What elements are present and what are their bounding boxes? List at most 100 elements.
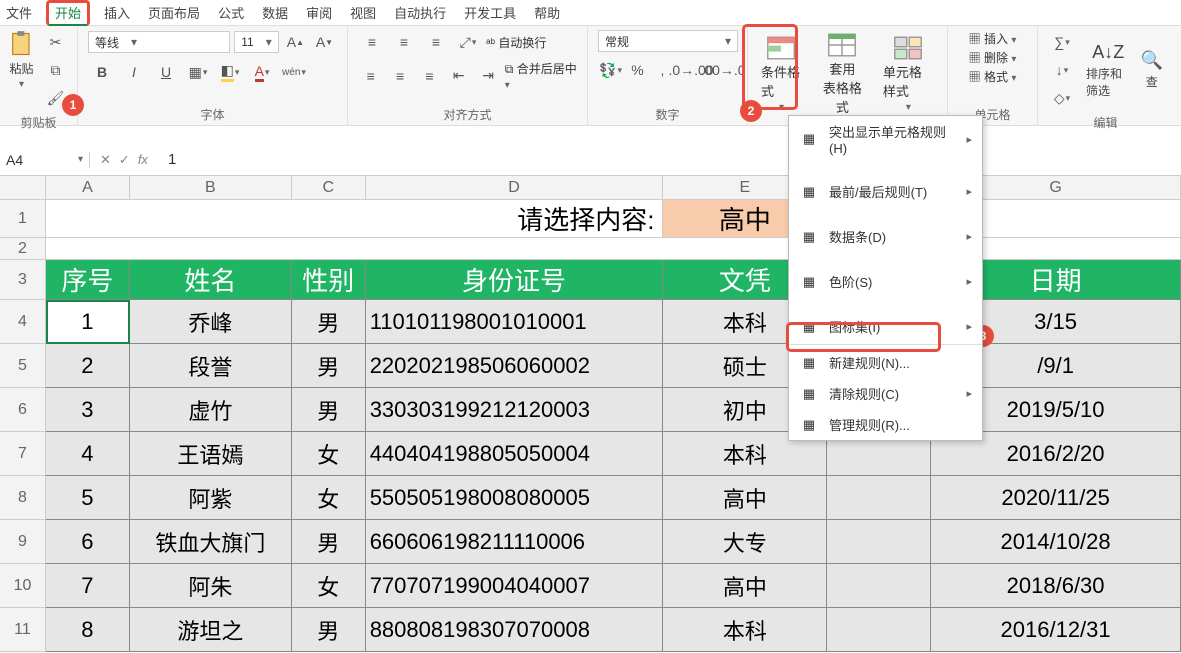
cell-edu[interactable]: 高中	[663, 476, 827, 520]
align-middle-icon[interactable]: ≡	[390, 30, 418, 54]
font-color-button[interactable]: A▾	[248, 60, 276, 84]
cfmenu-newrule[interactable]: ▦新建规则(N)...	[789, 347, 982, 378]
menu-pagelayout[interactable]: 页面布局	[148, 3, 200, 22]
orientation-icon[interactable]: ⤢▾	[454, 30, 482, 54]
font-name-combo[interactable]: 等线▾	[88, 31, 230, 53]
indent-left-icon[interactable]: ⇤	[446, 64, 471, 88]
cell-id[interactable]: 550505198008080005	[366, 476, 664, 520]
cell-seq[interactable]: 2	[46, 344, 130, 388]
cell-prompt[interactable]: 请选择内容:	[46, 200, 663, 238]
menu-autorun[interactable]: 自动执行	[394, 3, 446, 22]
name-box[interactable]: A4▾	[0, 152, 90, 168]
phonetic-button[interactable]: wén▾	[280, 60, 308, 84]
fill-icon[interactable]: ↓▾	[1048, 58, 1076, 82]
decrease-font-icon[interactable]: A▼	[312, 30, 337, 54]
sort-filter-button[interactable]: A↓Z 排序和筛选	[1086, 42, 1131, 99]
menu-review[interactable]: 审阅	[306, 3, 332, 22]
cell-name[interactable]: 乔峰	[130, 300, 292, 344]
cfmenu-colorscales[interactable]: ▦色阶(S)▸	[789, 266, 982, 297]
cell-sex[interactable]: 女	[292, 564, 366, 608]
cell-seq[interactable]: 3	[46, 388, 130, 432]
header-name[interactable]: 姓名	[130, 260, 292, 300]
cell-sex[interactable]: 男	[292, 300, 366, 344]
cell-edu[interactable]: 高中	[663, 564, 827, 608]
cfmenu-manage[interactable]: ▦管理规则(R)...	[789, 409, 982, 440]
copy-icon[interactable]: ⧉	[42, 58, 70, 82]
row-header[interactable]: 3	[0, 260, 46, 300]
decrease-decimal-icon[interactable]: .00→.0	[709, 58, 737, 82]
autosum-icon[interactable]: ∑▾	[1048, 30, 1076, 54]
border-button[interactable]: ▦▾	[184, 60, 212, 84]
col-header-A[interactable]: A	[46, 176, 130, 200]
paste-button[interactable]: 粘贴 ▾	[8, 30, 36, 90]
cell-name[interactable]: 阿朱	[130, 564, 292, 608]
col-header-D[interactable]: D	[366, 176, 664, 200]
row-header[interactable]: 9	[0, 520, 46, 564]
align-right-icon[interactable]: ≡	[417, 64, 442, 88]
cfmenu-toprules[interactable]: ▦最前/最后规则(T)▸	[789, 176, 982, 207]
align-bottom-icon[interactable]: ≡	[422, 30, 450, 54]
confirm-fx-icon[interactable]: ✓	[119, 152, 130, 168]
menu-home[interactable]: 开始	[46, 0, 90, 26]
cell-seq[interactable]: 8	[46, 608, 130, 652]
fx-icon[interactable]: fx	[138, 152, 148, 167]
cell-blank[interactable]	[827, 520, 931, 564]
col-header-B[interactable]: B	[130, 176, 292, 200]
delete-button[interactable]: ▦ 删除 ▾	[969, 49, 1017, 66]
cell-name[interactable]: 段誉	[130, 344, 292, 388]
cancel-fx-icon[interactable]: ✕	[100, 152, 111, 168]
clear-icon[interactable]: ◇▾	[1048, 86, 1076, 110]
cell-blank[interactable]	[827, 608, 931, 652]
row-header[interactable]: 11	[0, 608, 46, 652]
merge-center-button[interactable]: ⧉ 合并后居中 ▾	[505, 60, 577, 91]
row-header[interactable]: 1	[0, 200, 46, 238]
italic-button[interactable]: I	[120, 60, 148, 84]
cell-id[interactable]: 880808198307070008	[366, 608, 664, 652]
header-id[interactable]: 身份证号	[366, 260, 664, 300]
align-left-icon[interactable]: ≡	[358, 64, 383, 88]
cell-date[interactable]: 2018/6/30	[931, 564, 1181, 608]
cell-name[interactable]: 游坦之	[130, 608, 292, 652]
header-sex[interactable]: 性别	[292, 260, 366, 300]
cut-icon[interactable]: ✂	[42, 30, 70, 54]
percent-format-icon[interactable]: %	[627, 58, 648, 82]
menu-formulas[interactable]: 公式	[218, 3, 244, 22]
cell-sex[interactable]: 女	[292, 476, 366, 520]
menu-view[interactable]: 视图	[350, 3, 376, 22]
cell-seq[interactable]: 4	[46, 432, 130, 476]
bold-button[interactable]: B	[88, 60, 116, 84]
cell-id[interactable]: 220202198506060002	[366, 344, 664, 388]
cell-id[interactable]: 330303199212120003	[366, 388, 664, 432]
menu-file[interactable]: 文件	[6, 3, 32, 22]
align-top-icon[interactable]: ≡	[358, 30, 386, 54]
cell-blank[interactable]	[827, 564, 931, 608]
row-header[interactable]: 5	[0, 344, 46, 388]
col-header-C[interactable]: C	[292, 176, 366, 200]
increase-font-icon[interactable]: A▲	[283, 30, 308, 54]
cell[interactable]	[46, 238, 1181, 260]
fill-color-button[interactable]: ◧▾	[216, 60, 244, 84]
header-seq[interactable]: 序号	[46, 260, 130, 300]
accounting-format-icon[interactable]: 💱▾	[598, 58, 623, 82]
cfmenu-clear[interactable]: ▦清除规则(C)▸	[789, 378, 982, 409]
cell-styles-button[interactable]: 单元格样式 ▾	[880, 33, 937, 116]
row-header[interactable]: 8	[0, 476, 46, 520]
cell-name[interactable]: 虚竹	[130, 388, 292, 432]
cell-date[interactable]: 2020/11/25	[931, 476, 1181, 520]
row-header[interactable]: 10	[0, 564, 46, 608]
font-size-combo[interactable]: 11▾	[234, 31, 279, 53]
cell-sex[interactable]: 男	[292, 608, 366, 652]
cell-seq[interactable]: 1	[46, 300, 130, 344]
cell-seq[interactable]: 5	[46, 476, 130, 520]
cell-sex[interactable]: 女	[292, 432, 366, 476]
table-format-button[interactable]: 套用 表格格式	[819, 30, 866, 119]
cell-date[interactable]: 2016/12/31	[931, 608, 1181, 652]
cfmenu-iconsets[interactable]: ▦图标集(I)▸	[789, 311, 982, 342]
row-header[interactable]: 7	[0, 432, 46, 476]
cell-id[interactable]: 110101198001010001	[366, 300, 664, 344]
align-center-icon[interactable]: ≡	[387, 64, 412, 88]
indent-right-icon[interactable]: ⇥	[475, 64, 500, 88]
formula-input[interactable]: 1	[158, 151, 1181, 168]
underline-button[interactable]: U	[152, 60, 180, 84]
cell-edu[interactable]: 大专	[663, 520, 827, 564]
